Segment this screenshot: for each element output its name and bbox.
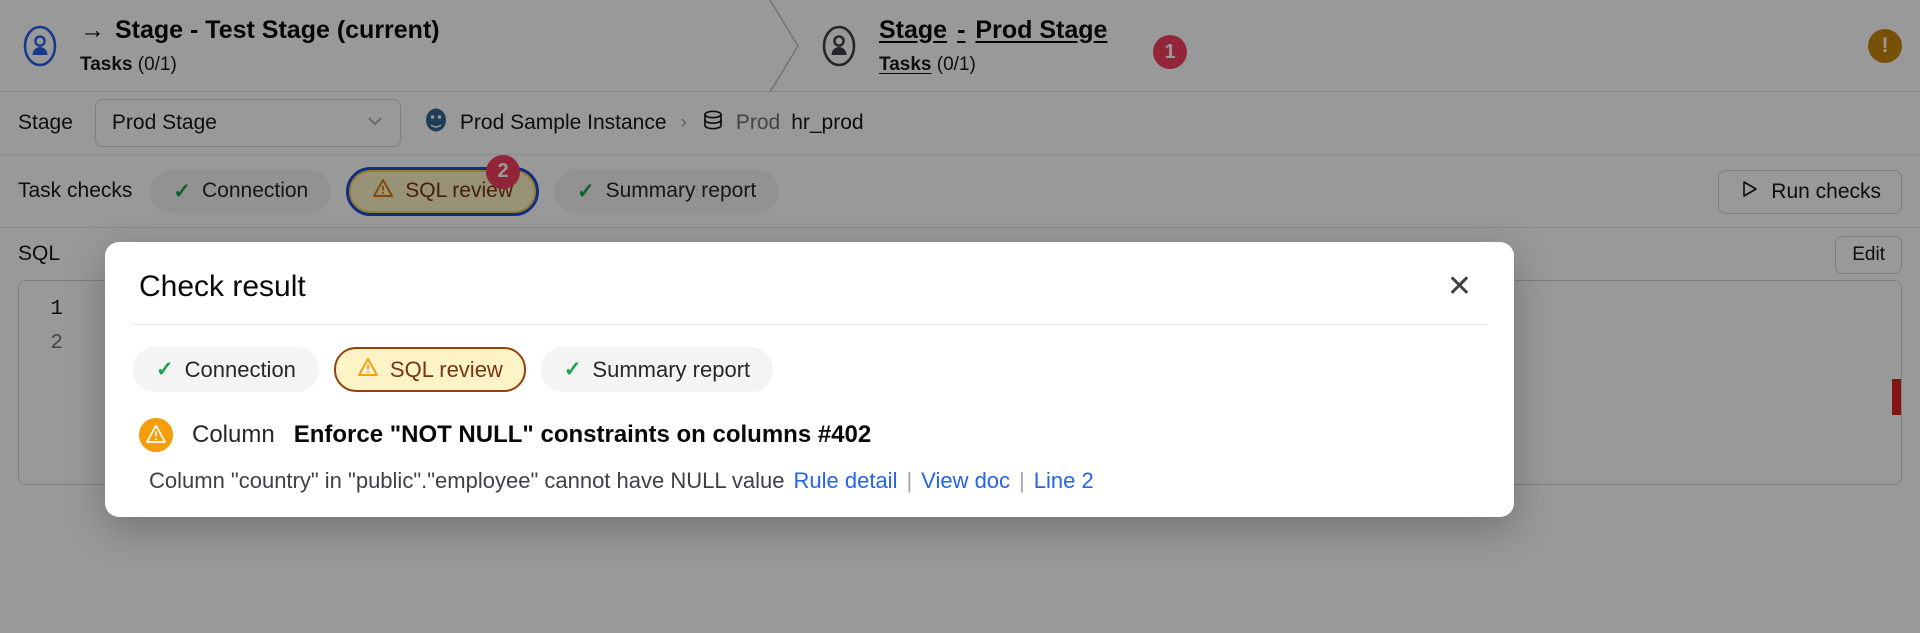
dialog-header: Check result ✕ <box>105 242 1514 324</box>
link-separator: | <box>906 468 913 493</box>
view-doc-link[interactable]: View doc <box>921 468 1010 494</box>
check-icon: ✓ <box>156 358 174 381</box>
dialog-check-tabs: ✓ Connection SQL review ✓ Summary report <box>105 325 1514 392</box>
issue-heading-row: Column Enforce "NOT NULL" constraints on… <box>105 392 1514 452</box>
dialog-chip-summary-report[interactable]: ✓ Summary report <box>540 347 774 392</box>
line-link[interactable]: Line 2 <box>1034 468 1094 494</box>
dialog-chip-label: Connection <box>184 356 296 382</box>
check-result-dialog: Check result ✕ ✓ Connection SQL review ✓… <box>105 242 1514 517</box>
issue-detail-row: Column "country" in "public"."employee" … <box>105 452 1514 494</box>
link-separator: | <box>1019 468 1025 493</box>
dialog-title: Check result <box>139 270 306 303</box>
issue-title: Enforce "NOT NULL" constraints on column… <box>293 421 872 448</box>
dialog-chip-sql-review[interactable]: SQL review <box>333 347 526 392</box>
check-icon: ✓ <box>563 358 582 381</box>
issue-detail-text: Column "country" in "public"."employee" … <box>149 468 785 493</box>
close-icon[interactable]: ✕ <box>1439 268 1480 306</box>
dialog-chip-label: Summary report <box>592 356 751 382</box>
warning-triangle-icon <box>357 356 379 384</box>
dialog-chip-connection[interactable]: ✓ Connection <box>133 347 319 392</box>
warning-circle-icon <box>139 418 173 452</box>
app-root: → Stage - Test Stage (current) Tasks (0/… <box>0 0 1920 633</box>
rule-detail-link[interactable]: Rule detail <box>794 468 898 494</box>
issue-kind: Column <box>192 421 275 448</box>
dialog-chip-label: SQL review <box>389 356 503 382</box>
